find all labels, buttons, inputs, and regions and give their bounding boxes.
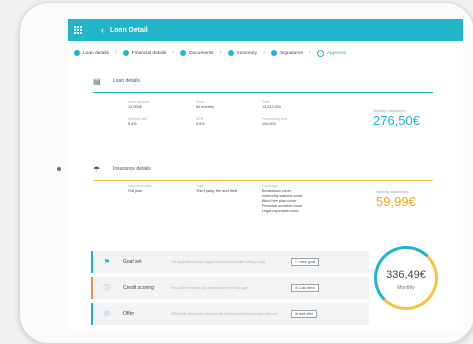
summary-ring: 336,49€ Monthly — [374, 246, 438, 310]
alert-icon: ⓘ — [103, 285, 111, 292]
app-screen: ‹ Loan Detail Loan details › Financial d… — [68, 19, 463, 330]
apps-grid-icon[interactable] — [74, 25, 83, 35]
step-label: Signatures — [280, 50, 304, 56]
offer-icon: ☉ — [103, 311, 111, 318]
umbrella-icon: ☂ — [93, 164, 101, 174]
section-divider — [93, 180, 433, 181]
chevron-right-icon: › — [309, 50, 312, 56]
section-title: Insurance details — [113, 166, 151, 172]
step-done-icon — [74, 50, 80, 56]
tablet-frame: ‹ Loan Detail Loan details › Financial d… — [19, 2, 473, 344]
total-monthly-amount: 336,49€ — [386, 269, 426, 281]
step-signatures[interactable]: Signatures › — [271, 50, 311, 56]
step-documents[interactable]: Documents › — [180, 50, 222, 56]
loan-details-section: ▤ Loan details Loan amount 12,000€ Term … — [93, 74, 433, 128]
step-financial-details[interactable]: Financial details › — [122, 50, 175, 56]
page-title: Loan Detail — [110, 26, 148, 34]
step-label: Documents — [189, 50, 214, 56]
insurance-plan-field: Insurance plan Full plan — [128, 184, 152, 193]
offer-row: ☉ Offer BPM Bank offer for this payment … — [91, 303, 369, 325]
section-divider — [93, 92, 433, 93]
step-label: Summary — [236, 50, 258, 56]
loan-amount-field: Loan amount 12,000€ — [128, 100, 149, 109]
apr-field: APR 5.6% — [196, 117, 205, 126]
goal-set-row: ⚑ Goal set The application has the logge… — [91, 251, 369, 273]
chevron-right-icon: › — [219, 50, 222, 56]
coverage-field: Coverage Breakdown cover Indemnity waive… — [262, 184, 303, 213]
chevron-right-icon: › — [263, 50, 266, 56]
step-done-icon — [122, 50, 129, 56]
camera-dot — [57, 167, 61, 171]
view-goal-button[interactable]: ☐ View goal — [291, 258, 319, 266]
add-offer-button[interactable]: ⊕ Add offer — [291, 310, 318, 318]
stepper: Loan details › Financial details › Docum… — [68, 47, 463, 59]
interest-rate-field: Interest rate 5.4% — [128, 117, 148, 126]
back-icon[interactable]: ‹ — [101, 25, 104, 35]
step-summary[interactable]: Summary › — [227, 50, 266, 56]
insurance-installment: Monthly installment 59,99€ — [376, 190, 416, 209]
app-bar: ‹ Loan Detail — [68, 19, 463, 41]
call-client-button[interactable]: ✆ Call client — [291, 284, 319, 292]
processing-fees-field: Processing fees 100,000 — [262, 117, 288, 126]
section-title: Loan details — [113, 78, 140, 84]
step-label: Loan details — [83, 50, 109, 56]
term-field: Term 60 months — [196, 100, 214, 109]
payment-frequency: Monthly — [397, 285, 415, 291]
step-done-icon — [180, 50, 187, 56]
chevron-right-icon: › — [172, 50, 175, 56]
goal-icon: ⚑ — [103, 259, 111, 266]
step-label: Financial details — [131, 50, 167, 56]
chevron-right-icon: › — [114, 50, 117, 56]
step-done-icon — [271, 50, 278, 56]
step-approval[interactable]: Approval — [317, 49, 346, 57]
step-active-icon — [317, 49, 325, 57]
document-icon: ▤ — [93, 76, 101, 86]
insurance-details-section: ☂ Insurance details Insurance plan Full … — [93, 162, 433, 213]
loan-installment: Monthly installment 276,50€ — [373, 109, 420, 128]
insurance-type-field: Type Third party, fire and theft — [196, 184, 238, 193]
step-done-icon — [227, 50, 234, 56]
total-field: Total 12,312,000 — [262, 100, 282, 109]
step-loan-details[interactable]: Loan details › — [74, 50, 117, 56]
step-label: Approval — [327, 50, 346, 56]
credit-scoring-row: ⓘ Credit scoring We could not extract yo… — [91, 277, 369, 299]
